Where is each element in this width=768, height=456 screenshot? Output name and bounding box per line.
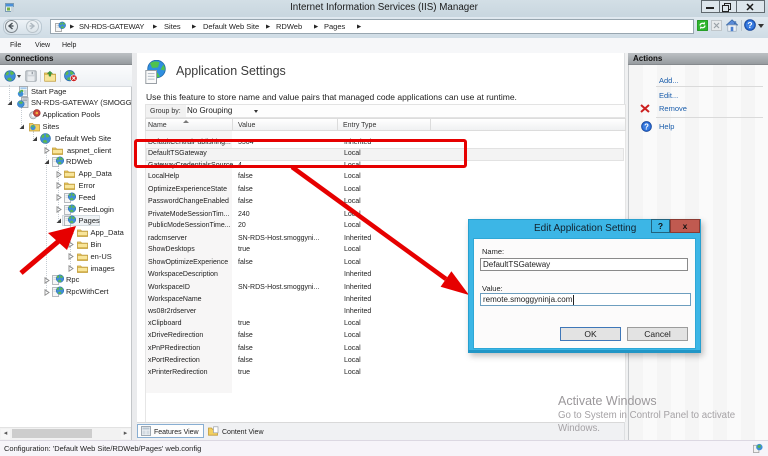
svg-text:?: ? bbox=[747, 20, 752, 30]
svg-text:?: ? bbox=[644, 122, 649, 131]
